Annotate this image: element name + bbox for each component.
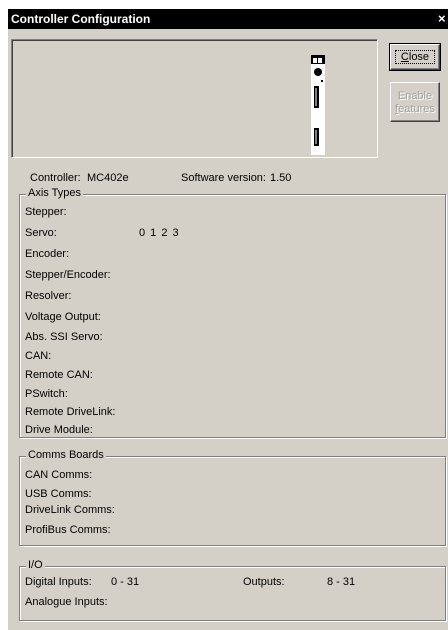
title-bar: Controller Configuration × [8, 9, 448, 29]
axis-row-label: Remote CAN: [25, 369, 93, 381]
window-title: Controller Configuration [11, 12, 151, 26]
axis-row-label: Encoder: [25, 248, 70, 260]
comms-row-label: ProfiBus Comms: [25, 524, 111, 536]
axis-row-label: PSwitch: [25, 388, 68, 400]
axis-row-label: Resolver: [25, 290, 72, 302]
controller-device-icon [311, 55, 325, 155]
axis-row-label: Voltage Output: [25, 311, 101, 323]
axis-row-label: Stepper: [25, 206, 67, 218]
axis-types-legend: Axis Types [26, 187, 83, 199]
close-button[interactable]: Close [389, 43, 441, 71]
servo-axes-value: 0 1 2 3 [139, 227, 180, 239]
axis-row-label: Remote DriveLink: [25, 406, 116, 418]
io-group: I/O Digital Inputs: 0 - 31 Outputs: 8 - … [19, 559, 446, 621]
axis-row-label: CAN: [25, 350, 52, 362]
comms-row-label: USB Comms: [25, 488, 92, 500]
enable-features-button[interactable]: Enable features [390, 82, 440, 122]
comms-boards-group: Comms Boards CAN Comms: USB Comms: Drive… [19, 449, 446, 546]
software-version-value: 1.50 [270, 172, 292, 184]
axis-types-group: Axis Types Stepper: Servo: 0 1 2 3 Encod… [19, 187, 446, 438]
outputs-label: Outputs: [243, 576, 285, 588]
digital-inputs-value: 0 - 31 [111, 576, 140, 588]
controller-preview-panel [11, 39, 378, 158]
controller-value: MC402e [87, 172, 129, 184]
io-legend: I/O [26, 559, 45, 571]
analogue-inputs-label: Analogue Inputs: [25, 596, 108, 608]
software-version-label: Software version: [181, 172, 266, 184]
close-icon[interactable]: × [438, 9, 448, 29]
digital-inputs-label: Digital Inputs: [25, 576, 92, 588]
axis-row-label: Drive Module: [25, 424, 93, 436]
comms-boards-legend: Comms Boards [26, 449, 106, 461]
controller-label: Controller: [30, 172, 81, 184]
axis-row-label: Stepper/Encoder: [25, 269, 111, 281]
axis-row-label: Abs. SSI Servo: [25, 331, 103, 343]
controller-configuration-dialog: Controller Configuration × Close Enable … [8, 9, 448, 630]
comms-row-label: CAN Comms: [25, 469, 93, 481]
comms-row-label: DriveLink Comms: [25, 504, 115, 516]
outputs-value: 8 - 31 [327, 576, 356, 588]
axis-row-label: Servo: [25, 227, 57, 239]
